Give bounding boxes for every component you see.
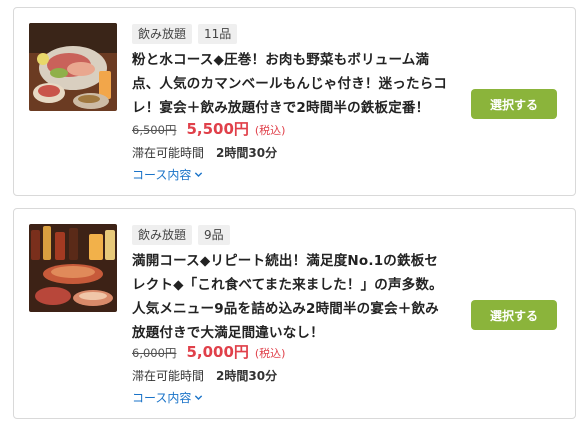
course-card: 飲み放題 9品 満開コース◆リピート続出！満足度No.1の鉄板セレクト◆「これ食… (13, 208, 576, 419)
food-drinks-photo-icon (29, 224, 117, 312)
select-button[interactable]: 選択する (471, 300, 557, 330)
food-photo-icon (29, 23, 117, 111)
course-title: 満開コース◆リピート続出！満足度No.1の鉄板セレクト◆「これ食べてまた来ました… (132, 253, 443, 341)
chevron-down-icon (195, 172, 203, 177)
course-details-label: コース内容 (132, 391, 192, 405)
tax-note: (税込) (254, 124, 286, 137)
sale-price: 5,000円 (186, 343, 249, 361)
stay-label: 滞在可能時間 (132, 146, 205, 160)
course-details-link[interactable]: コース内容 (132, 389, 203, 406)
tax-note: (税込) (254, 347, 286, 360)
course-details-label: コース内容 (132, 168, 192, 182)
tag-all-you-can-drink: 飲み放題 (132, 225, 193, 245)
original-price: 6,000円 (132, 346, 177, 360)
course-title: 粉と水コース◆圧巻！お肉も野菜もボリューム満点、人気のカマンベールもんじゃ付き！… (132, 52, 448, 116)
original-price: 6,500円 (132, 123, 177, 137)
course-photo[interactable] (29, 224, 117, 312)
tag-item-count: 9品 (198, 225, 230, 245)
tag-item-count: 11品 (198, 24, 238, 44)
sale-price: 5,500円 (186, 120, 249, 138)
tag-all-you-can-drink: 飲み放題 (132, 24, 193, 44)
course-card: 飲み放題 11品 粉と水コース◆圧巻！お肉も野菜もボリューム満点、人気のカマンベ… (13, 7, 576, 196)
stay-value: 2時間30分 (216, 146, 278, 160)
stay-value: 2時間30分 (216, 369, 278, 383)
stay-label: 滞在可能時間 (132, 369, 205, 383)
select-button[interactable]: 選択する (471, 89, 557, 119)
course-details-link[interactable]: コース内容 (132, 166, 203, 183)
chevron-down-icon (195, 395, 203, 400)
course-photo[interactable] (29, 23, 117, 111)
